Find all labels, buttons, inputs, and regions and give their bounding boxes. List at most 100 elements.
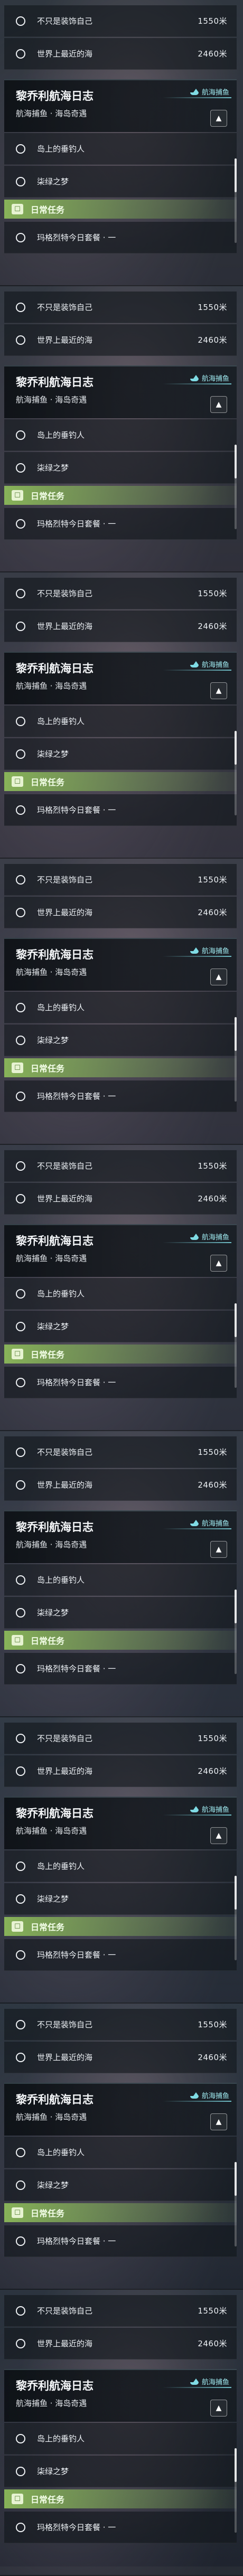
quest-status-circle-icon — [16, 2236, 25, 2246]
quest-row[interactable]: 世界上最近的海 2460米 — [4, 324, 237, 356]
daily-tasks-header[interactable]: ☐ 日常任务 — [4, 1058, 237, 1077]
scrollbar[interactable] — [235, 1876, 237, 1960]
daily-quest-label: 玛格烈特今日套餐 · 一 — [37, 2523, 116, 2532]
sub-quest-row[interactable]: 岛上的垂钓人 — [4, 1564, 237, 1596]
quest-row[interactable]: 世界上最近的海 2460米 — [4, 1469, 237, 1501]
quest-row[interactable]: 世界上最近的海 2460米 — [4, 1755, 237, 1787]
scrollbar-thumb[interactable] — [235, 158, 237, 192]
section-header[interactable]: 黎乔利航海日志 航海捕鱼 · 海岛奇遇 航海捕鱼 ▲ — [4, 1797, 237, 1849]
scrollbar-thumb[interactable] — [235, 1590, 237, 1623]
daily-tasks-header[interactable]: ☐ 日常任务 — [4, 1631, 237, 1650]
sub-quest-row[interactable]: 岛上的垂钓人 — [4, 1278, 237, 1310]
collapse-button[interactable]: ▲ — [210, 969, 227, 985]
daily-quest-row[interactable]: 玛格烈特今日套餐 · 一 — [4, 1367, 237, 1398]
quest-row[interactable]: 世界上最近的海 2460米 — [4, 2328, 237, 2359]
sub-quest-row[interactable]: 岛上的垂钓人 — [4, 1850, 237, 1882]
scrollbar-thumb[interactable] — [235, 1303, 237, 1337]
sub-quest-row[interactable]: 岛上的垂钓人 — [4, 706, 237, 737]
collapse-button[interactable]: ▲ — [210, 2400, 227, 2417]
sub-quest-row[interactable]: 岛上的垂钓人 — [4, 2137, 237, 2168]
tag-underline — [163, 2101, 231, 2102]
quest-status-circle-icon — [16, 302, 25, 312]
quest-row[interactable]: 不只是装饰自己 1550米 — [4, 1150, 237, 1182]
section-header[interactable]: 黎乔利航海日志 航海捕鱼 · 海岛奇遇 航海捕鱼 ▲ — [4, 2083, 237, 2136]
screenshot-frame-5: 不只是装饰自己 1550米 世界上最近的海 2460米 黎乔利航海日志 航海捕鱼… — [0, 1145, 243, 1431]
collapse-button[interactable]: ▲ — [210, 2113, 227, 2130]
scrollbar-thumb[interactable] — [235, 1876, 237, 1910]
daily-quest-row[interactable]: 玛格烈特今日套餐 · 一 — [4, 1653, 237, 1685]
sub-quest-row[interactable]: 柒绿之梦 — [4, 2456, 237, 2487]
scrollbar-thumb[interactable] — [235, 731, 237, 765]
scrollbar[interactable] — [235, 731, 237, 815]
quest-row[interactable]: 不只是装饰自己 1550米 — [4, 1436, 237, 1468]
daily-quest-row[interactable]: 玛格烈特今日套餐 · 一 — [4, 794, 237, 826]
sub-quest-row[interactable]: 柒绿之梦 — [4, 1883, 237, 1915]
quest-row[interactable]: 不只是装饰自己 1550米 — [4, 5, 237, 37]
collapse-button[interactable]: ▲ — [210, 1827, 227, 1844]
scrollbar[interactable] — [235, 158, 237, 243]
quest-status-circle-icon — [16, 335, 25, 345]
sub-quest-row[interactable]: 柒绿之梦 — [4, 738, 237, 770]
scrollbar[interactable] — [235, 1017, 237, 1102]
daily-quest-label: 玛格烈特今日套餐 · 一 — [37, 1378, 116, 1387]
section-header[interactable]: 黎乔利航海日志 航海捕鱼 · 海岛奇遇 航海捕鱼 ▲ — [4, 652, 237, 704]
collapse-button[interactable]: ▲ — [210, 682, 227, 699]
sub-quest-row[interactable]: 柒绿之梦 — [4, 1597, 237, 1629]
quest-row[interactable]: 世界上最近的海 2460米 — [4, 897, 237, 928]
quest-row[interactable]: 不只是装饰自己 1550米 — [4, 292, 237, 323]
section-header[interactable]: 黎乔利航海日志 航海捕鱼 · 海岛奇遇 航海捕鱼 ▲ — [4, 2369, 237, 2422]
quest-row[interactable]: 不只是装饰自己 1550米 — [4, 864, 237, 896]
sub-quest-row[interactable]: 柒绿之梦 — [4, 2169, 237, 2201]
quest-row[interactable]: 不只是装饰自己 1550米 — [4, 1723, 237, 1754]
daily-tasks-header[interactable]: ☐ 日常任务 — [4, 200, 237, 219]
sub-quest-row[interactable]: 柒绿之梦 — [4, 1311, 237, 1342]
quest-row[interactable]: 世界上最近的海 2460米 — [4, 2042, 237, 2073]
sub-quest-row[interactable]: 岛上的垂钓人 — [4, 992, 237, 1023]
collapse-button[interactable]: ▲ — [210, 396, 227, 413]
quest-row[interactable]: 不只是装饰自己 1550米 — [4, 578, 237, 609]
scrollbar[interactable] — [235, 1590, 237, 1674]
sub-quest-row[interactable]: 柒绿之梦 — [4, 1024, 237, 1056]
daily-quest-label: 玛格烈特今日套餐 · 一 — [37, 1664, 116, 1674]
scrollbar-thumb[interactable] — [235, 2162, 237, 2196]
sub-quest-row[interactable]: 岛上的垂钓人 — [4, 2423, 237, 2455]
daily-tasks-header[interactable]: ☐ 日常任务 — [4, 2203, 237, 2222]
daily-tasks-header[interactable]: ☐ 日常任务 — [4, 486, 237, 505]
daily-quest-row[interactable]: 玛格烈特今日套餐 · 一 — [4, 1080, 237, 1112]
daily-quest-row[interactable]: 玛格烈特今日套餐 · 一 — [4, 508, 237, 540]
boat-icon — [190, 2378, 199, 2385]
quest-row[interactable]: 不只是装饰自己 1550米 — [4, 2295, 237, 2327]
scrollbar[interactable] — [235, 445, 237, 529]
daily-quest-row[interactable]: 玛格烈特今日套餐 · 一 — [4, 2225, 237, 2257]
quest-row[interactable]: 世界上最近的海 2460米 — [4, 38, 237, 70]
collapse-button[interactable]: ▲ — [210, 1541, 227, 1558]
section-header[interactable]: 黎乔利航海日志 航海捕鱼 · 海岛奇遇 航海捕鱼 ▲ — [4, 938, 237, 991]
scrollbar-thumb[interactable] — [235, 1017, 237, 1051]
sub-quest-row[interactable]: 柒绿之梦 — [4, 166, 237, 198]
daily-tasks-header[interactable]: ☐ 日常任务 — [4, 2489, 237, 2508]
collapse-button[interactable]: ▲ — [210, 110, 227, 127]
daily-tasks-header[interactable]: ☐ 日常任务 — [4, 1345, 237, 1364]
quest-row[interactable]: 世界上最近的海 2460米 — [4, 610, 237, 642]
daily-quest-row[interactable]: 玛格烈特今日套餐 · 一 — [4, 2512, 237, 2543]
daily-quest-row[interactable]: 玛格烈特今日套餐 · 一 — [4, 1939, 237, 1971]
sub-quest-row[interactable]: 柒绿之梦 — [4, 452, 237, 484]
daily-tasks-header[interactable]: ☐ 日常任务 — [4, 1917, 237, 1936]
scrollbar-thumb[interactable] — [235, 2448, 237, 2482]
section-header[interactable]: 黎乔利航海日志 航海捕鱼 · 海岛奇遇 航海捕鱼 ▲ — [4, 1510, 237, 1563]
section-header[interactable]: 黎乔利航海日志 航海捕鱼 · 海岛奇遇 航海捕鱼 ▲ — [4, 1224, 237, 1277]
scrollbar-thumb[interactable] — [235, 445, 237, 478]
sub-quest-row[interactable]: 岛上的垂钓人 — [4, 133, 237, 165]
section-header[interactable]: 黎乔利航海日志 航海捕鱼 · 海岛奇遇 航海捕鱼 ▲ — [4, 365, 237, 418]
quest-distance: 1550米 — [198, 875, 227, 885]
scrollbar[interactable] — [235, 2448, 237, 2533]
daily-tasks-header[interactable]: ☐ 日常任务 — [4, 772, 237, 791]
quest-row[interactable]: 不只是装饰自己 1550米 — [4, 2009, 237, 2041]
daily-quest-row[interactable]: 玛格烈特今日套餐 · 一 — [4, 222, 237, 253]
scrollbar[interactable] — [235, 1303, 237, 1388]
scrollbar[interactable] — [235, 2162, 237, 2246]
sub-quest-row[interactable]: 岛上的垂钓人 — [4, 419, 237, 451]
quest-row[interactable]: 世界上最近的海 2460米 — [4, 1183, 237, 1215]
section-header[interactable]: 黎乔利航海日志 航海捕鱼 · 海岛奇遇 航海捕鱼 ▲ — [4, 79, 237, 132]
collapse-button[interactable]: ▲ — [210, 1255, 227, 1272]
